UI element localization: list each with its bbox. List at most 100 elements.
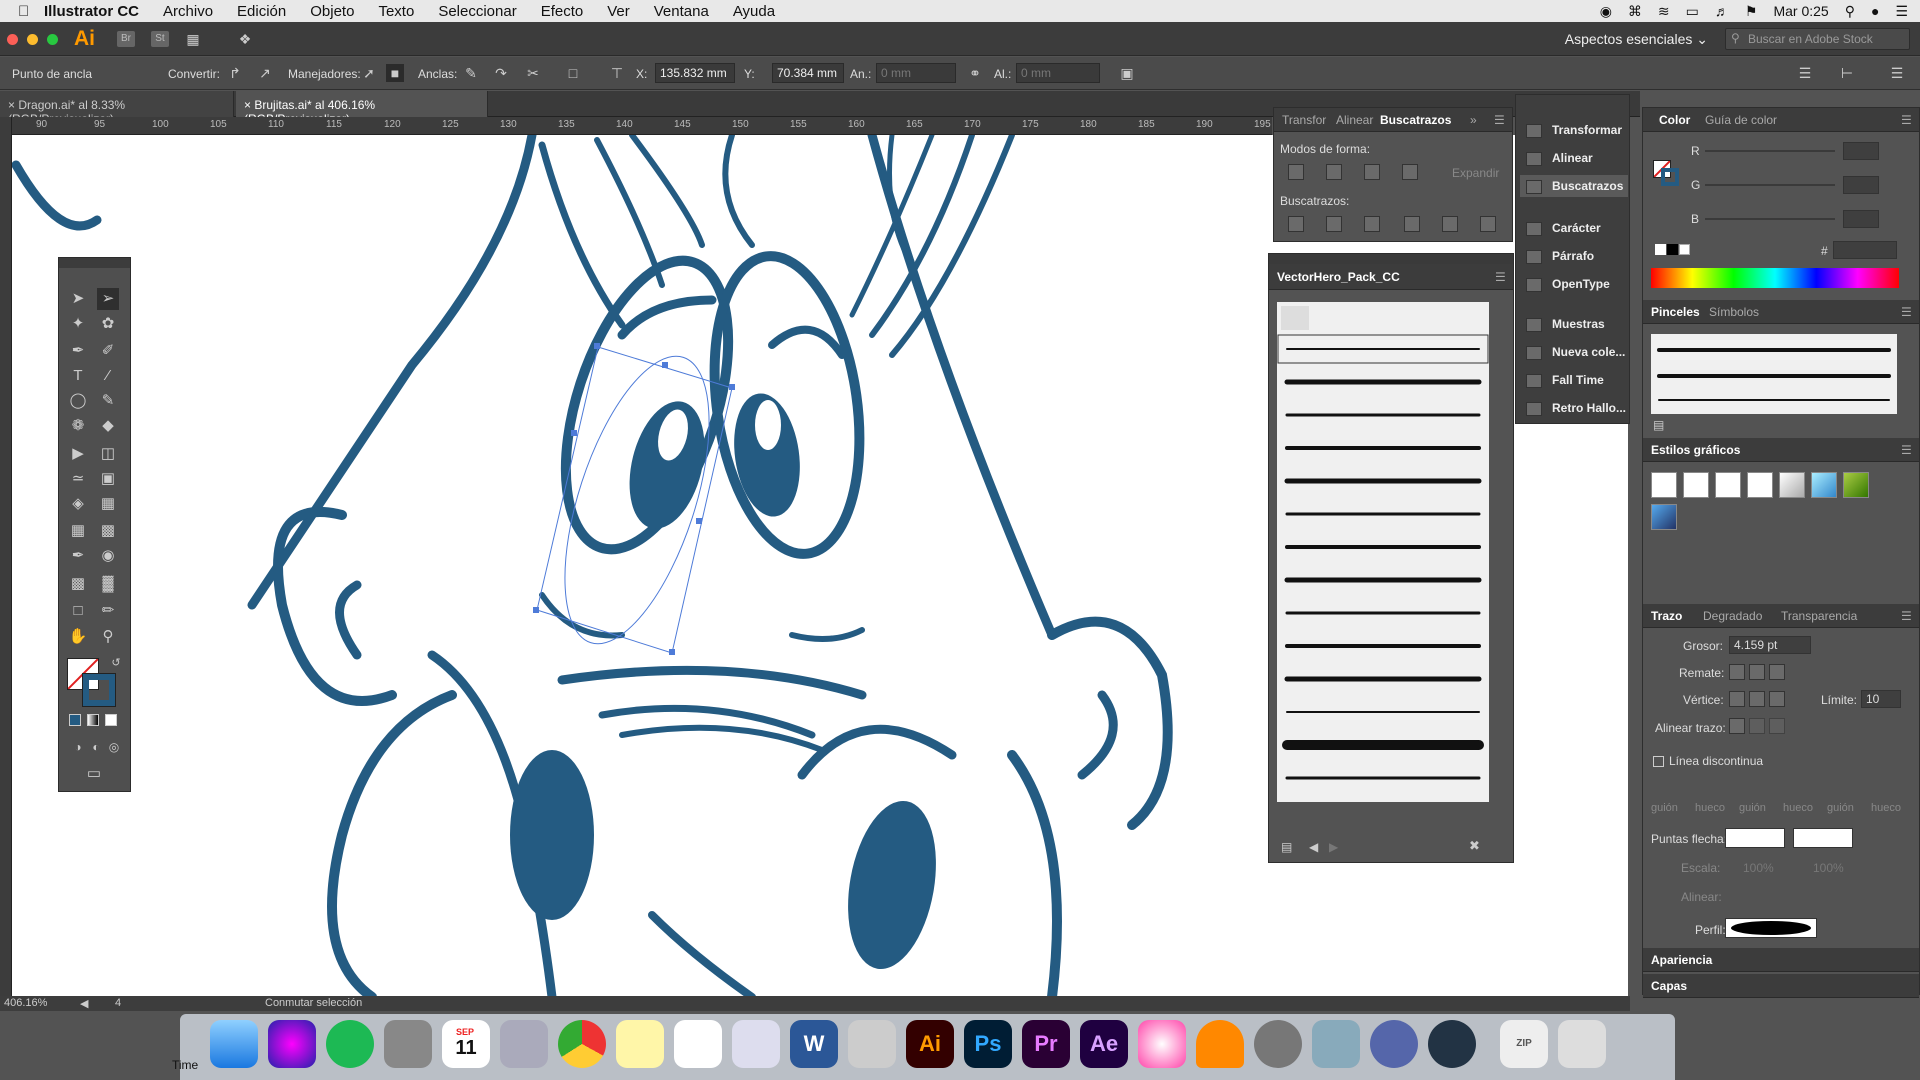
tab-brujitas[interactable]: × Brujitas.ai* al 406.16% (RGB/Previsual… (236, 91, 488, 126)
align-options-icon[interactable]: ☰ (1796, 64, 1814, 82)
tab-simbolos[interactable]: Símbolos (1709, 305, 1759, 319)
crop-icon[interactable] (1404, 216, 1420, 232)
end-arrowhead-select[interactable] (1793, 828, 1853, 848)
style-swatch-3[interactable] (1715, 472, 1741, 498)
line-tool-icon[interactable]: ⁄ (97, 365, 119, 387)
shape-builder-icon[interactable]: ◈ (67, 493, 89, 515)
app-menu[interactable]: Illustrator CC (44, 3, 139, 20)
zoom-level[interactable]: 406.16% (4, 997, 47, 1009)
brush-previews[interactable] (1651, 334, 1897, 414)
panel-menu-icon[interactable]: ☰ (1901, 609, 1912, 623)
minus-front-icon[interactable] (1326, 164, 1342, 180)
record-icon[interactable]: ◉ (1600, 3, 1612, 20)
artboard-number[interactable]: 4 (115, 997, 121, 1009)
spotify-icon[interactable] (326, 1020, 374, 1068)
color-mode-icon[interactable] (69, 714, 81, 726)
launchpad-icon[interactable] (500, 1020, 548, 1068)
menu-ayuda[interactable]: Ayuda (733, 3, 775, 20)
dashed-line-checkbox[interactable] (1653, 756, 1664, 767)
eyedropper-icon[interactable]: ✒ (67, 545, 89, 567)
dock-nueva-coleccion[interactable]: Nueva cole... (1526, 345, 1625, 360)
align-inside-icon[interactable] (1749, 718, 1765, 734)
start-arrowhead-select[interactable] (1725, 828, 1785, 848)
airplay-icon[interactable]: ▭ (1686, 3, 1699, 20)
flag-icon[interactable]: ⚑ (1745, 3, 1758, 20)
distribute-icon[interactable]: ⊢ (1838, 64, 1856, 82)
scale-field-2[interactable]: 100% (1813, 861, 1844, 875)
layers-panel-header[interactable]: Capas (1643, 974, 1919, 998)
symbol-sprayer-icon[interactable]: ▩ (67, 573, 89, 595)
bluetooth-icon[interactable]: ⌘ (1628, 3, 1642, 20)
expand-panels-icon[interactable]: » (1470, 113, 1477, 127)
menu-seleccionar[interactable]: Seleccionar (438, 3, 516, 20)
round-cap-icon[interactable] (1749, 664, 1765, 680)
hide-handles-icon[interactable]: ■ (386, 64, 404, 82)
siri-menubar-icon[interactable]: ● (1871, 3, 1879, 19)
tab-pinceles[interactable]: Pinceles (1651, 305, 1700, 319)
dock-buscatrazos[interactable]: Buscatrazos (1520, 175, 1628, 197)
style-swatch-7[interactable] (1843, 472, 1869, 498)
align-anchor-icon[interactable]: ⊤ (608, 64, 626, 82)
imagecapture-icon[interactable] (1312, 1020, 1360, 1068)
brush-strokes[interactable] (1277, 334, 1489, 802)
outline-icon[interactable] (1442, 216, 1458, 232)
menu-efecto[interactable]: Efecto (541, 3, 584, 20)
vlc-icon[interactable] (1196, 1020, 1244, 1068)
cut-path-icon[interactable]: ✂ (524, 64, 542, 82)
menu-objeto[interactable]: Objeto (310, 3, 354, 20)
style-swatch-5[interactable] (1779, 472, 1805, 498)
style-swatch-6[interactable] (1811, 472, 1837, 498)
stock-button[interactable]: St (151, 31, 169, 47)
exclude-icon[interactable] (1402, 164, 1418, 180)
free-transform-icon[interactable]: ▣ (97, 468, 119, 490)
none-swatch[interactable] (1655, 244, 1666, 255)
hand-tool-icon[interactable]: ✋ (67, 626, 89, 648)
bridge-button[interactable]: Br (117, 31, 135, 47)
minimize-window-button[interactable] (27, 34, 38, 45)
ellipse-tool-icon[interactable]: ◯ (67, 390, 89, 412)
stock-search-input[interactable]: ⚲ Buscar en Adobe Stock (1725, 28, 1910, 50)
zoom-window-button[interactable] (47, 34, 58, 45)
eraser-icon[interactable]: ◆ (97, 415, 119, 437)
clock[interactable]: Mar 0:25 (1773, 3, 1828, 19)
notifications-icon[interactable]: ☰ (1895, 3, 1908, 20)
white-swatch[interactable] (1679, 244, 1690, 255)
g-field[interactable] (1843, 176, 1879, 194)
panel-menu-icon[interactable]: ☰ (1901, 113, 1912, 127)
tab-buscatrazos[interactable]: Buscatrazos (1380, 113, 1451, 127)
projecting-cap-icon[interactable] (1769, 664, 1785, 680)
dock-retro-halloween[interactable]: Retro Hallo... (1526, 401, 1626, 416)
control-menu-icon[interactable]: ☰ (1888, 64, 1906, 82)
word-icon[interactable]: W (790, 1020, 838, 1068)
photoshop-icon[interactable]: Ps (964, 1020, 1012, 1068)
hex-field[interactable] (1833, 241, 1897, 259)
brushes-list[interactable] (1651, 334, 1897, 414)
dock-fall-time[interactable]: Fall Time (1526, 373, 1604, 388)
tab-dragon[interactable]: × Dragon.ai* al 8.33% (RGB/Previsualizar… (0, 91, 234, 126)
style-swatch-8[interactable] (1651, 504, 1677, 530)
artboard-tool-icon[interactable]: □ (67, 600, 89, 622)
round-join-icon[interactable] (1749, 691, 1765, 707)
brush-thumb[interactable] (1281, 306, 1309, 330)
brush-libraries-icon[interactable]: ▤ (1653, 418, 1664, 432)
finder-icon[interactable] (210, 1020, 258, 1068)
profile-select[interactable] (1725, 918, 1817, 938)
color-spectrum[interactable] (1651, 268, 1899, 288)
stroke-swatch[interactable] (82, 673, 116, 707)
panel-menu-icon[interactable]: ☰ (1901, 443, 1912, 457)
tab-color[interactable]: Color (1659, 113, 1690, 127)
chrome-icon[interactable] (558, 1020, 606, 1068)
color-stroke-swatch[interactable] (1661, 168, 1679, 186)
panel-menu-icon[interactable]: ☰ (1495, 270, 1506, 284)
menu-edicion[interactable]: Edición (237, 3, 286, 20)
brush-libraries-menu-icon[interactable]: ▤ (1281, 840, 1292, 854)
gradient-mode-icon[interactable] (87, 714, 99, 726)
mesh-tool-icon[interactable]: ▦ (67, 520, 89, 542)
dock-caracter[interactable]: Carácter (1526, 221, 1601, 236)
slice-tool-icon[interactable]: ✏ (97, 600, 119, 622)
panel-drag-bar[interactable] (1269, 254, 1513, 264)
expand-button[interactable]: Expandir (1452, 166, 1499, 180)
black-swatch[interactable] (1667, 244, 1678, 255)
wifi-icon[interactable]: ≋ (1658, 3, 1670, 20)
trash-icon[interactable] (1558, 1020, 1606, 1068)
